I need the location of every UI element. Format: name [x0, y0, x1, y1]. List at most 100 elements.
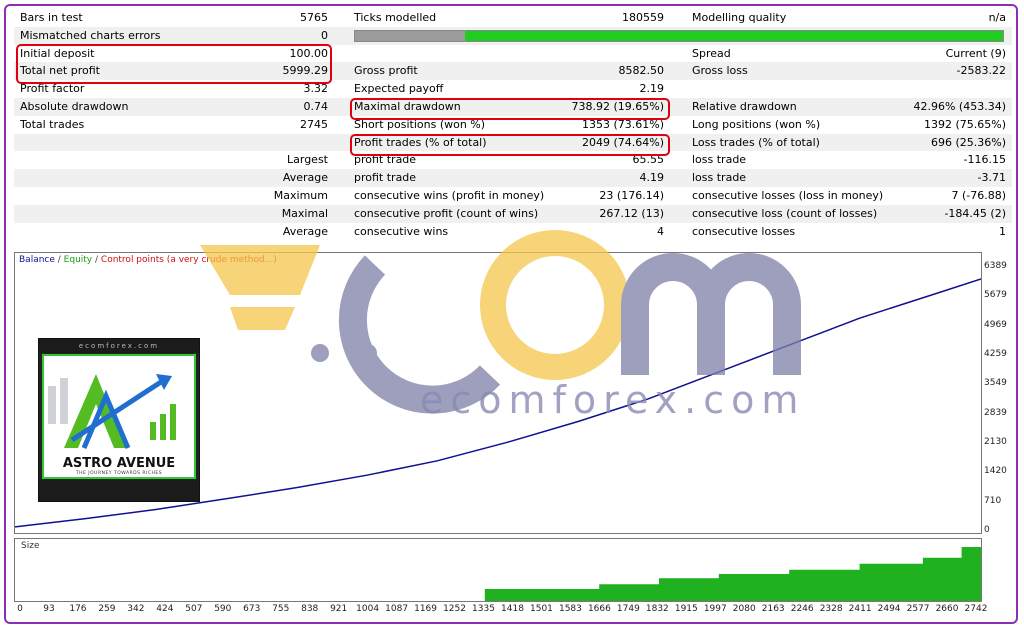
size-series-area	[15, 544, 981, 601]
size-plot	[15, 544, 981, 601]
col2-value: 4.19	[639, 171, 665, 185]
x-tick-label: 1501	[530, 604, 553, 614]
size-panel: Size	[14, 538, 982, 602]
col3-label: Relative drawdown	[692, 99, 797, 113]
col1-value: 5765	[300, 11, 328, 24]
y-tick-label: 6389	[984, 261, 1007, 271]
col2-value: 267.12 (13)	[599, 206, 664, 220]
col1-label: Total trades	[20, 117, 85, 131]
x-tick-label: 921	[330, 604, 348, 614]
col1-value: Average	[282, 224, 328, 238]
report-row: Total trades 2745 Short positions (won %) 1…	[14, 116, 1012, 134]
x-tick-label: 1915	[674, 604, 698, 614]
y-tick-label: 5679	[984, 290, 1007, 301]
col1-label: Profit factor	[20, 82, 85, 96]
col2-value: 4	[657, 224, 664, 238]
report-row: Average consecutive wins 4 consecutive loss…	[14, 223, 1012, 241]
col3-value: 1	[999, 224, 1006, 238]
col1-label: Absolute drawdown	[20, 99, 129, 113]
col3-label: Loss trades (% of total)	[692, 135, 820, 149]
col1-value: 0	[321, 28, 328, 42]
strategy-report-table: Bars in test 5765 Ticks modelled 180559 Mode…	[14, 9, 1012, 240]
col3-value: 42.96% (453.34)	[913, 99, 1006, 113]
col1-value: Average	[282, 171, 328, 185]
col3-label: consecutive loss (count of losses)	[692, 206, 878, 220]
col3-label: Spread	[692, 46, 731, 60]
logo-title: ASTRO AVENUE	[62, 456, 176, 471]
logo-tagline: THE JOURNEY TOWARDS RICHES	[75, 471, 163, 476]
x-tick-label: 1169	[414, 604, 438, 614]
modelling-quality-fill	[355, 30, 466, 41]
y-tick-label: 2130	[984, 436, 1007, 447]
watermark-text: ecomforex.com	[420, 378, 806, 422]
report-row: Largest profit trade 65.55 loss trade -116.1…	[14, 151, 1012, 169]
col2-label: Expected payoff	[354, 82, 444, 96]
col2-label: profit trade	[354, 153, 417, 167]
x-tick-label: 1997	[703, 604, 727, 614]
col2-label: Maximal drawdown	[354, 99, 461, 113]
col2-label: Short positions (won %)	[354, 117, 486, 131]
col3-label: consecutive losses	[692, 224, 796, 238]
x-tick-label: 590	[214, 604, 232, 614]
report-row: Initial deposit 100.00 Spread Current (9)	[14, 45, 1012, 63]
col3-label: loss trade	[692, 153, 747, 167]
report-row: Mismatched charts errors 0	[14, 26, 1012, 45]
col1-value: 100.00	[289, 46, 329, 60]
y-tick-label: 710	[984, 495, 1002, 506]
col2-label: consecutive profit (count of wins)	[354, 206, 539, 220]
col2-value: 23 (176.14)	[599, 188, 664, 202]
astro-avenue-logo: ecomforex.com ASTRO AVENUE THE JOURNEY T…	[38, 338, 200, 502]
x-tick-label: 838	[301, 604, 319, 614]
report-row: Absolute drawdown 0.74 Maximal drawdown 738…	[14, 97, 1012, 116]
col2-label: Profit trades (% of total)	[354, 135, 487, 149]
col2-value: 180559	[622, 11, 664, 24]
col1-label: Mismatched charts errors	[20, 28, 161, 42]
x-tick-label: 2163	[761, 604, 785, 614]
col3-value: 1392 (75.65%)	[923, 117, 1006, 131]
col1-label: Initial deposit	[20, 46, 95, 60]
col1-value: 2745	[300, 117, 328, 131]
x-tick-label: 2411	[848, 604, 872, 614]
col3-label: consecutive losses (loss in money)	[692, 188, 884, 202]
col3-value: -116.15	[963, 153, 1006, 167]
col3-value: -2583.22	[956, 64, 1006, 78]
col2-label: Ticks modelled	[354, 11, 437, 24]
x-tick-label: 2494	[877, 604, 901, 614]
report-row: Maximum consecutive wins (profit in money…	[14, 187, 1012, 205]
x-tick-label: 1666	[587, 604, 611, 614]
col3-label: Long positions (won %)	[692, 117, 821, 131]
col3-label: Gross loss	[692, 64, 748, 78]
y-tick-label: 4969	[984, 319, 1007, 330]
x-tick-label: 176	[69, 604, 87, 614]
col1-label: Bars in test	[20, 11, 83, 24]
col2-label: consecutive wins (profit in money)	[354, 188, 545, 202]
x-tick-label: 259	[98, 604, 116, 614]
x-tick-label: 1749	[616, 604, 640, 614]
y-tick-label: 4259	[984, 349, 1007, 359]
x-tick-label: 0	[17, 604, 23, 614]
col2-value: 2049 (74.64%)	[581, 135, 664, 149]
col1-label: Total net profit	[20, 64, 100, 78]
col2-label: Gross profit	[354, 64, 418, 78]
y-tick-label: 3549	[984, 378, 1007, 389]
col1-value: 3.32	[303, 82, 329, 96]
col1-value: Largest	[287, 153, 328, 167]
x-tick-label: 507	[185, 604, 203, 614]
x-tick-label: 2328	[819, 604, 843, 614]
report-row: Profit factor 3.32 Expected payoff 2.19	[14, 80, 1012, 98]
x-tick-label: 1335	[472, 604, 495, 614]
x-tick-label: 2246	[790, 604, 814, 614]
col2-value: 2.19	[639, 82, 665, 96]
col1-value: 5999.29	[282, 64, 329, 78]
report-row: Profit trades (% of total) 2049 (74.64%) L…	[14, 133, 1012, 152]
col1-value: Maximal	[281, 206, 328, 220]
x-tick-label: 2080	[732, 604, 756, 614]
x-tick-label: 1252	[443, 604, 466, 614]
report-row: Bars in test 5765 Ticks modelled 180559 Mode…	[14, 9, 1012, 27]
x-tick-label: 342	[127, 604, 145, 614]
col3-value: 7 (-76.88)	[951, 188, 1006, 202]
x-tick-label: 93	[43, 604, 55, 614]
astro-avenue-emblem-icon	[48, 374, 176, 449]
col2-value: 65.55	[632, 153, 665, 167]
x-tick-label: 1832	[645, 604, 669, 614]
